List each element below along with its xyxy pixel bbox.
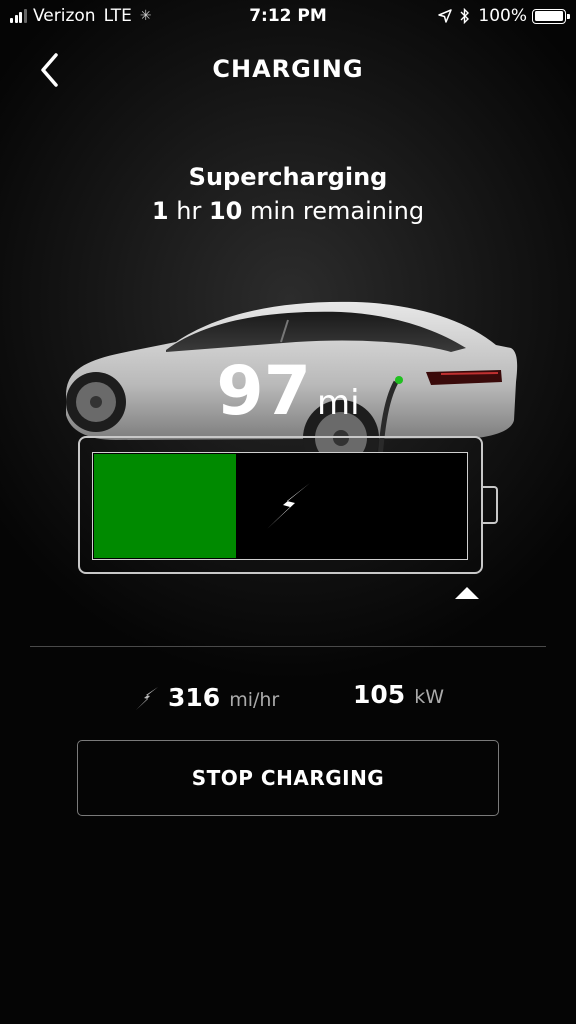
range-unit: mi [317, 383, 360, 423]
time-remaining: 1 hr 10 min remaining [0, 197, 576, 225]
battery-fill [534, 11, 563, 21]
remaining-minutes-unit: min remaining [250, 197, 425, 225]
battery-percent: 100% [478, 6, 527, 26]
battery-nub [567, 13, 570, 19]
battery-icon [532, 8, 570, 24]
triangle-up-icon [455, 587, 479, 599]
divider [30, 646, 546, 647]
stop-charging-button[interactable]: STOP CHARGING [77, 740, 499, 816]
charge-power-value: 105 [353, 680, 406, 709]
charge-rate-unit: mi/hr [229, 689, 280, 711]
charging-screen: Verizon LTE ✳ 7:12 PM 100% CHARGING Supe… [0, 0, 576, 1024]
remaining-hours: 1 [151, 197, 169, 225]
location-arrow-icon [438, 9, 453, 23]
charge-rate: 316 mi/hr [134, 680, 279, 712]
bluetooth-icon [460, 8, 470, 24]
charge-power-unit: kW [414, 686, 444, 708]
lightning-bolt-icon [136, 687, 158, 710]
page-title: CHARGING [212, 55, 364, 83]
battery-gauge-inner [92, 452, 468, 560]
range-value: 97 [216, 352, 312, 431]
charging-stats: 316 mi/hr 105 kW [0, 680, 576, 720]
charge-limit-marker[interactable] [454, 586, 480, 600]
charge-power: 105 kW [353, 680, 444, 709]
battery-terminal [483, 486, 498, 524]
battery-level-fill [94, 454, 236, 558]
charge-rate-value: 316 [168, 683, 221, 712]
remaining-hours-unit: hr [176, 197, 202, 225]
range-display: 97 mi [0, 352, 576, 431]
charge-type-label: Supercharging [188, 163, 388, 191]
status-right: 100% [438, 6, 570, 26]
remaining-minutes: 10 [208, 197, 243, 225]
battery-gauge [78, 436, 498, 574]
status-bar: Verizon LTE ✳ 7:12 PM 100% [0, 0, 576, 34]
lightning-bolt-icon [267, 483, 310, 529]
